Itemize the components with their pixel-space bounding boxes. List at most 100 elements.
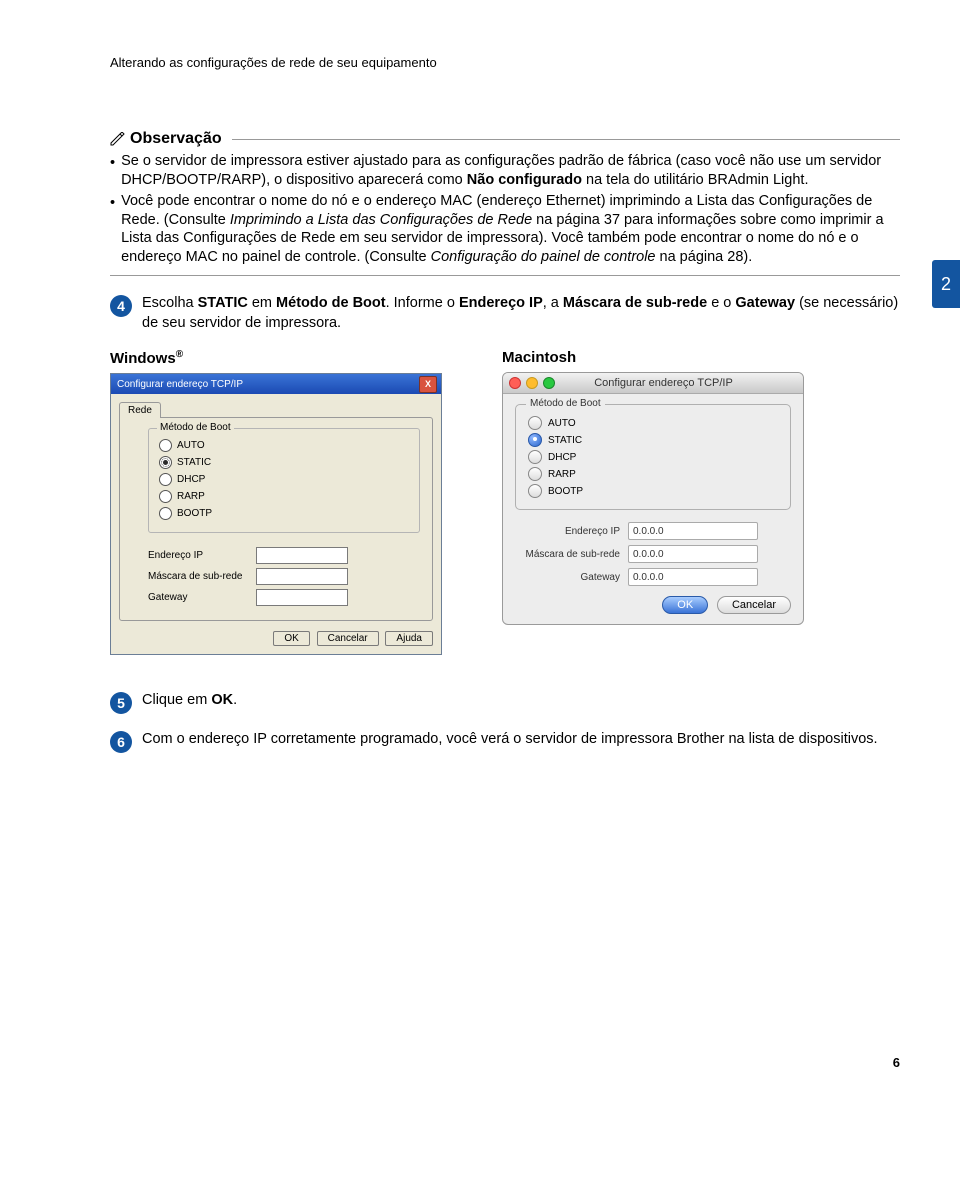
radio-bootp[interactable]: BOOTP xyxy=(528,484,778,498)
ip-label: Endereço IP xyxy=(515,526,620,537)
radio-icon xyxy=(159,490,172,503)
note-b2-b: Imprimindo a Lista das Configurações de … xyxy=(230,212,532,228)
note-bullet-1: Se o servidor de impressora estiver ajus… xyxy=(121,152,900,190)
radio-rarp[interactable]: RARP xyxy=(528,467,778,481)
close-icon[interactable] xyxy=(509,377,521,389)
windows-dialog-title: Configurar endereço TCP/IP xyxy=(117,379,243,390)
s4-i: e o xyxy=(707,295,735,311)
page-header: Alterando as configurações de rede de se… xyxy=(110,55,900,70)
minimize-icon[interactable] xyxy=(526,377,538,389)
radio-icon xyxy=(528,433,542,447)
step-4-text: Escolha STATIC em Método de Boot. Inform… xyxy=(142,294,900,333)
windows-dialog: Configurar endereço TCP/IP X Rede Método… xyxy=(110,373,442,655)
help-button[interactable]: Ajuda xyxy=(385,631,433,646)
mac-dialog: Configurar endereço TCP/IP Método de Boo… xyxy=(502,372,804,625)
bullet-mark: • xyxy=(110,194,115,267)
note-rule-bottom xyxy=(110,275,900,276)
step-5-badge: 5 xyxy=(110,692,132,714)
s4-a: Escolha xyxy=(142,295,198,311)
boot-method-label: Método de Boot xyxy=(157,422,234,433)
radio-static-label: STATIC xyxy=(177,457,211,468)
gateway-input[interactable]: 0.0.0.0 xyxy=(628,568,758,586)
gateway-label: Gateway xyxy=(148,592,248,603)
mac-dialog-title: Configurar endereço TCP/IP xyxy=(560,377,797,389)
radio-rarp-label: RARP xyxy=(548,469,576,480)
radio-auto-label: AUTO xyxy=(548,418,576,429)
s5-a: Clique em xyxy=(142,692,211,708)
radio-bootp[interactable]: BOOTP xyxy=(159,507,409,520)
radio-auto[interactable]: AUTO xyxy=(528,416,778,430)
radio-dhcp[interactable]: DHCP xyxy=(159,473,409,486)
close-icon[interactable]: X xyxy=(419,376,437,393)
radio-bootp-label: BOOTP xyxy=(548,486,583,497)
radio-icon xyxy=(159,507,172,520)
gateway-input[interactable] xyxy=(256,589,348,606)
s4-b: STATIC xyxy=(198,295,248,311)
radio-dhcp[interactable]: DHCP xyxy=(528,450,778,464)
boot-method-group: Método de Boot AUTO STATIC DHCP RARP BOO… xyxy=(148,428,420,533)
radio-static-label: STATIC xyxy=(548,435,582,446)
cancel-button[interactable]: Cancelar xyxy=(717,596,791,614)
macintosh-column: Macintosh Configurar endereço TCP/IP Mét… xyxy=(502,349,804,655)
windows-column: Windows® Configurar endereço TCP/IP X Re… xyxy=(110,349,442,655)
note-title: Observação xyxy=(130,130,222,148)
s4-g: , a xyxy=(543,295,563,311)
mask-input[interactable]: 0.0.0.0 xyxy=(628,545,758,563)
ip-label: Endereço IP xyxy=(148,550,248,561)
zoom-icon[interactable] xyxy=(543,377,555,389)
note-b1-c: na tela do utilitário BRAdmin Light. xyxy=(582,172,809,188)
windows-titlebar: Configurar endereço TCP/IP X xyxy=(111,374,441,394)
macintosh-heading: Macintosh xyxy=(502,349,804,366)
radio-icon xyxy=(528,416,542,430)
windows-heading-text: Windows xyxy=(110,350,176,367)
bullet-mark: • xyxy=(110,154,115,190)
note-b2-d: Configuração do painel de controle xyxy=(431,249,656,265)
windows-heading: Windows® xyxy=(110,349,442,367)
step-4-badge: 4 xyxy=(110,295,132,317)
ok-button[interactable]: OK xyxy=(662,596,708,614)
radio-icon xyxy=(159,473,172,486)
mask-input[interactable] xyxy=(256,568,348,585)
step-6-text: Com o endereço IP corretamente programad… xyxy=(142,730,900,750)
s5-b: OK xyxy=(211,692,233,708)
s4-c: em xyxy=(248,295,276,311)
radio-static[interactable]: STATIC xyxy=(528,433,778,447)
note-b1-b: Não configurado xyxy=(467,172,582,188)
radio-dhcp-label: DHCP xyxy=(177,474,205,485)
radio-icon xyxy=(528,467,542,481)
tab-rede[interactable]: Rede xyxy=(119,402,161,418)
mac-titlebar: Configurar endereço TCP/IP xyxy=(503,373,803,394)
radio-auto-label: AUTO xyxy=(177,440,205,451)
radio-dhcp-label: DHCP xyxy=(548,452,576,463)
s4-d: Método de Boot xyxy=(276,295,386,311)
chapter-tab: 2 xyxy=(932,260,960,308)
note-rule-top xyxy=(232,139,900,140)
gateway-label: Gateway xyxy=(515,572,620,583)
radio-rarp-label: RARP xyxy=(177,491,205,502)
s4-f: Endereço IP xyxy=(459,295,543,311)
radio-icon xyxy=(159,456,172,469)
note-b2-e: na página 28). xyxy=(656,249,753,265)
step-5-text: Clique em OK. xyxy=(142,691,900,711)
radio-auto[interactable]: AUTO xyxy=(159,439,409,452)
radio-icon xyxy=(528,484,542,498)
s4-e: . Informe o xyxy=(386,295,459,311)
step-6-badge: 6 xyxy=(110,731,132,753)
s5-c: . xyxy=(233,692,237,708)
radio-bootp-label: BOOTP xyxy=(177,508,212,519)
radio-icon xyxy=(528,450,542,464)
pencil-icon xyxy=(110,132,126,146)
radio-rarp[interactable]: RARP xyxy=(159,490,409,503)
ip-input[interactable] xyxy=(256,547,348,564)
radio-static[interactable]: STATIC xyxy=(159,456,409,469)
s4-h: Máscara de sub-rede xyxy=(563,295,707,311)
mask-label: Máscara de sub-rede xyxy=(515,549,620,560)
ok-button[interactable]: OK xyxy=(273,631,309,646)
page-number: 6 xyxy=(893,1055,900,1070)
cancel-button[interactable]: Cancelar xyxy=(317,631,379,646)
radio-icon xyxy=(159,439,172,452)
note-box: Observação • Se o servidor de impressora… xyxy=(110,130,900,276)
boot-method-label: Método de Boot xyxy=(526,398,605,409)
note-bullet-2: Você pode encontrar o nome do nó e o end… xyxy=(121,192,900,267)
ip-input[interactable]: 0.0.0.0 xyxy=(628,522,758,540)
